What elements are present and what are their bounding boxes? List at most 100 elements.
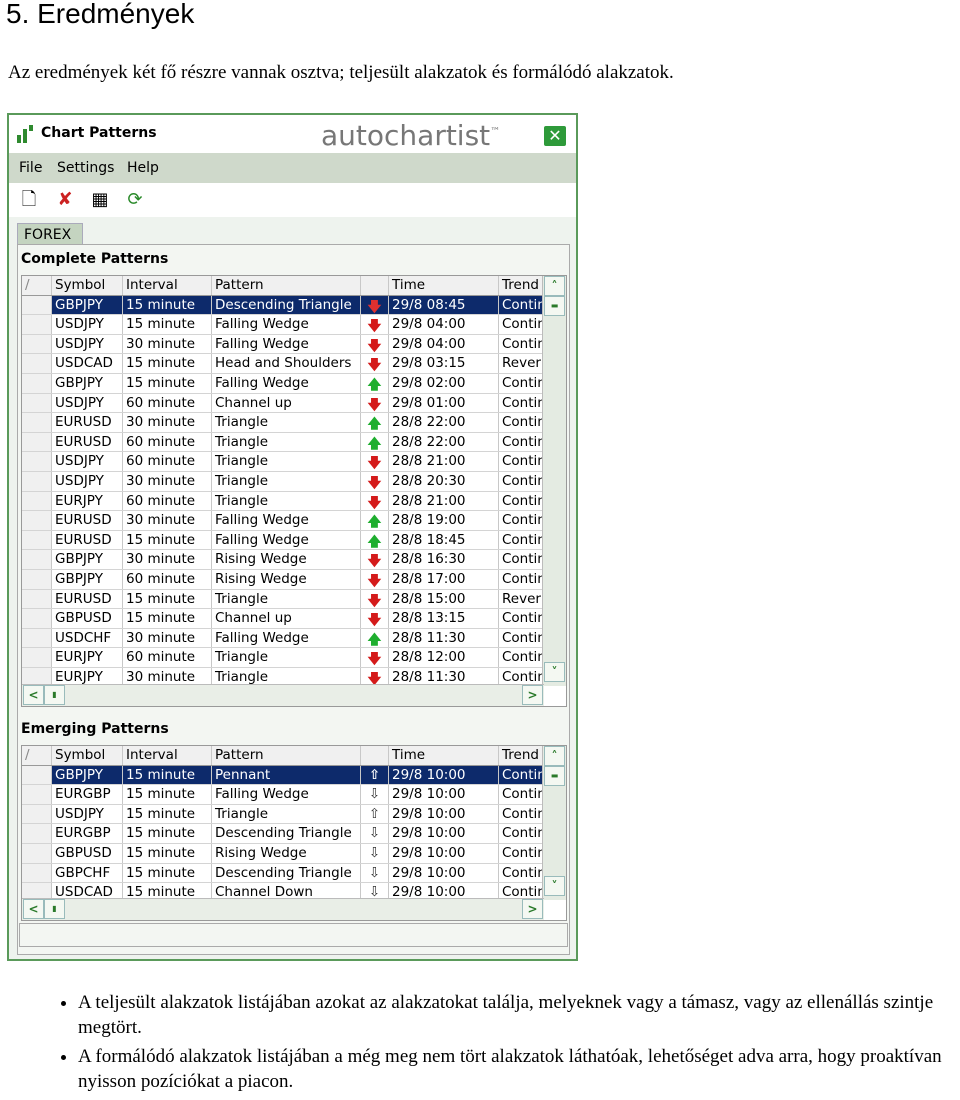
table-row[interactable]: USDCHF 30 minute Falling Wedge 🡅 28/8 11:30 C… xyxy=(22,628,544,649)
down-arrow-icon: 🡇 xyxy=(361,452,389,471)
up-outline-arrow-icon: ⇧ xyxy=(361,765,389,785)
table-row[interactable]: GBPJPY 60 minute Rising Wedge 🡇 28/8 17:00 Co… xyxy=(22,570,544,590)
symbol-cell: GBPUSD xyxy=(52,609,123,628)
column-header-sort-column[interactable]: / xyxy=(22,746,52,765)
table-row[interactable]: USDJPY 30 minute Falling Wedge 🡇 29/8 04:00 C… xyxy=(22,334,544,355)
up-arrow-icon: 🡅 xyxy=(361,374,389,393)
trend-cell: Contin xyxy=(502,296,544,313)
table-row[interactable]: EURUSD 60 minute Triangle 🡅 28/8 22:00 Contin xyxy=(22,432,544,453)
row-marker xyxy=(22,648,52,667)
scroll-down-icon[interactable]: ˅ xyxy=(544,876,565,896)
interval-cell: 60 minute xyxy=(123,432,212,452)
time-cell: 28/8 21:00 xyxy=(389,491,499,511)
table-row[interactable]: GBPJPY 30 minute Rising Wedge 🡇 28/8 16:30 Co… xyxy=(22,550,544,570)
scroll-thumb[interactable]: ▬ xyxy=(544,766,565,786)
table-row[interactable]: GBPJPY 15 minute Pennant ⇧ 29/8 10:00 Contin xyxy=(22,765,544,786)
menu-help[interactable]: Help xyxy=(127,160,159,176)
column-header-pattern[interactable]: Pattern xyxy=(212,276,361,295)
up-arrow-icon: 🡅 xyxy=(361,413,389,432)
tab-forex[interactable]: FOREX xyxy=(17,223,83,245)
trend-cell: Contin xyxy=(502,610,544,627)
table-row[interactable]: USDCAD 15 minute Head and Shoulders 🡇 29/8 0… xyxy=(22,354,544,374)
pattern-cell: Rising Wedge xyxy=(212,844,361,863)
time-cell: 28/8 17:00 xyxy=(389,570,499,589)
time-cell: 28/8 11:30 xyxy=(389,628,499,648)
bullet-item: A teljesült alakzatok listájában azokat … xyxy=(78,990,960,1040)
scroll-thumb[interactable]: ▮ xyxy=(44,899,65,919)
scroll-down-icon[interactable]: ˅ xyxy=(544,662,565,682)
row-marker xyxy=(22,511,52,530)
scroll-thumb[interactable]: ▮ xyxy=(44,685,65,705)
table-row[interactable]: USDJPY 60 minute Channel up 🡇 29/8 01:00 Cont… xyxy=(22,393,544,414)
refresh-icon[interactable]: ⟳ xyxy=(125,189,145,211)
table-row[interactable]: USDJPY 30 minute Triangle 🡇 28/8 20:30 Contin xyxy=(22,472,544,492)
table-row[interactable]: USDJPY 15 minute Triangle ⇧ 29/8 10:00 Contin xyxy=(22,804,544,825)
column-header-symbol[interactable]: Symbol xyxy=(52,276,123,295)
horizontal-scrollbar[interactable]: < ▮ > xyxy=(22,684,544,706)
new-document-icon[interactable]: 🗋 xyxy=(19,189,39,211)
table-row[interactable]: GBPJPY 15 minute Descending Triangle 🡇 29/8 … xyxy=(22,295,544,316)
trend-cell: Contin xyxy=(502,629,544,646)
table-row[interactable]: EURJPY 60 minute Triangle 🡇 28/8 21:00 Contin xyxy=(22,491,544,512)
symbol-cell: GBPJPY xyxy=(52,550,123,569)
table-icon[interactable]: ▦ xyxy=(90,189,110,211)
column-header-time[interactable]: Time xyxy=(389,746,499,765)
interval-cell: 60 minute xyxy=(123,452,212,471)
menu-settings[interactable]: Settings xyxy=(57,160,114,176)
scroll-right-icon[interactable]: > xyxy=(522,685,543,705)
down-arrow-icon: 🡇 xyxy=(361,295,389,315)
title-bar: Chart Patterns autochartist™ ✕ xyxy=(9,115,576,153)
symbol-cell: EURUSD xyxy=(52,432,123,452)
table-row[interactable]: GBPCHF 15 minute Descending Triangle ⇩ 29/8 … xyxy=(22,863,544,884)
pattern-cell: Rising Wedge xyxy=(212,550,361,569)
column-header-direction[interactable] xyxy=(361,276,389,295)
emerging-patterns-title: Emerging Patterns xyxy=(21,721,169,737)
scroll-up-icon[interactable]: ˄ xyxy=(544,276,565,296)
pattern-cell: Triangle xyxy=(212,648,361,667)
delete-icon[interactable]: ✘ xyxy=(55,189,75,211)
horizontal-scrollbar[interactable]: < ▮ > xyxy=(22,898,544,920)
column-header-direction[interactable] xyxy=(361,746,389,765)
close-icon[interactable]: ✕ xyxy=(544,126,566,146)
interval-cell: 15 minute xyxy=(123,295,212,315)
down-arrow-icon: 🡇 xyxy=(361,589,389,609)
down-arrow-icon: 🡇 xyxy=(361,393,389,413)
column-header-interval[interactable]: Interval xyxy=(123,746,212,765)
table-row[interactable]: GBPUSD 15 minute Rising Wedge ⇩ 29/8 10:00 Co… xyxy=(22,844,544,864)
column-header-sort-column[interactable]: / xyxy=(22,276,52,295)
column-header-trend[interactable]: Trend xyxy=(499,276,544,295)
interval-cell: 60 minute xyxy=(123,570,212,589)
row-marker xyxy=(22,824,52,843)
table-row[interactable]: EURUSD 15 minute Falling Wedge 🡅 28/8 18:45 C… xyxy=(22,530,544,551)
scroll-left-icon[interactable]: < xyxy=(23,685,44,705)
table-row[interactable]: GBPUSD 15 minute Channel up 🡇 28/8 13:15 Cont… xyxy=(22,609,544,629)
table-header-row: / Symbol Interval Pattern Time Trend xyxy=(22,746,544,766)
column-header-symbol[interactable]: Symbol xyxy=(52,746,123,765)
vertical-scrollbar[interactable]: ˄ ▬ ˅ xyxy=(542,746,566,900)
trend-cell: Contin xyxy=(502,473,544,489)
scroll-left-icon[interactable]: < xyxy=(23,899,44,919)
column-header-time[interactable]: Time xyxy=(389,276,499,295)
table-row[interactable]: USDJPY 15 minute Falling Wedge 🡇 29/8 04:00 C… xyxy=(22,315,544,335)
time-cell: 28/8 15:00 xyxy=(389,589,499,609)
scroll-up-icon[interactable]: ˄ xyxy=(544,746,565,766)
row-marker xyxy=(22,550,52,569)
menu-file[interactable]: File xyxy=(19,160,42,176)
scroll-thumb[interactable]: ▬ xyxy=(544,296,565,316)
table-row[interactable]: EURUSD 30 minute Falling Wedge 🡅 28/8 19:00 C… xyxy=(22,511,544,531)
table-row[interactable]: GBPJPY 15 minute Falling Wedge 🡅 29/8 02:00 C… xyxy=(22,374,544,394)
table-row[interactable]: EURUSD 15 minute Triangle 🡇 28/8 15:00 Rever xyxy=(22,589,544,610)
column-header-trend[interactable]: Trend xyxy=(499,746,544,765)
time-cell: 29/8 10:00 xyxy=(389,804,499,824)
table-row[interactable]: EURGBP 15 minute Descending Triangle ⇩ 29/8 … xyxy=(22,824,544,844)
table-row[interactable]: EURJPY 60 minute Triangle 🡇 28/8 12:00 Contin xyxy=(22,648,544,668)
row-marker xyxy=(22,432,52,452)
table-row[interactable]: USDJPY 60 minute Triangle 🡇 28/8 21:00 Contin xyxy=(22,452,544,472)
column-header-interval[interactable]: Interval xyxy=(123,276,212,295)
table-row[interactable]: EURGBP 15 minute Falling Wedge ⇩ 29/8 10:00 C… xyxy=(22,785,544,805)
vertical-scrollbar[interactable]: ˄ ▬ ˅ xyxy=(542,276,566,686)
scroll-right-icon[interactable]: > xyxy=(522,899,543,919)
interval-cell: 15 minute xyxy=(123,374,212,393)
table-row[interactable]: EURUSD 30 minute Triangle 🡅 28/8 22:00 Contin xyxy=(22,413,544,433)
column-header-pattern[interactable]: Pattern xyxy=(212,746,361,765)
